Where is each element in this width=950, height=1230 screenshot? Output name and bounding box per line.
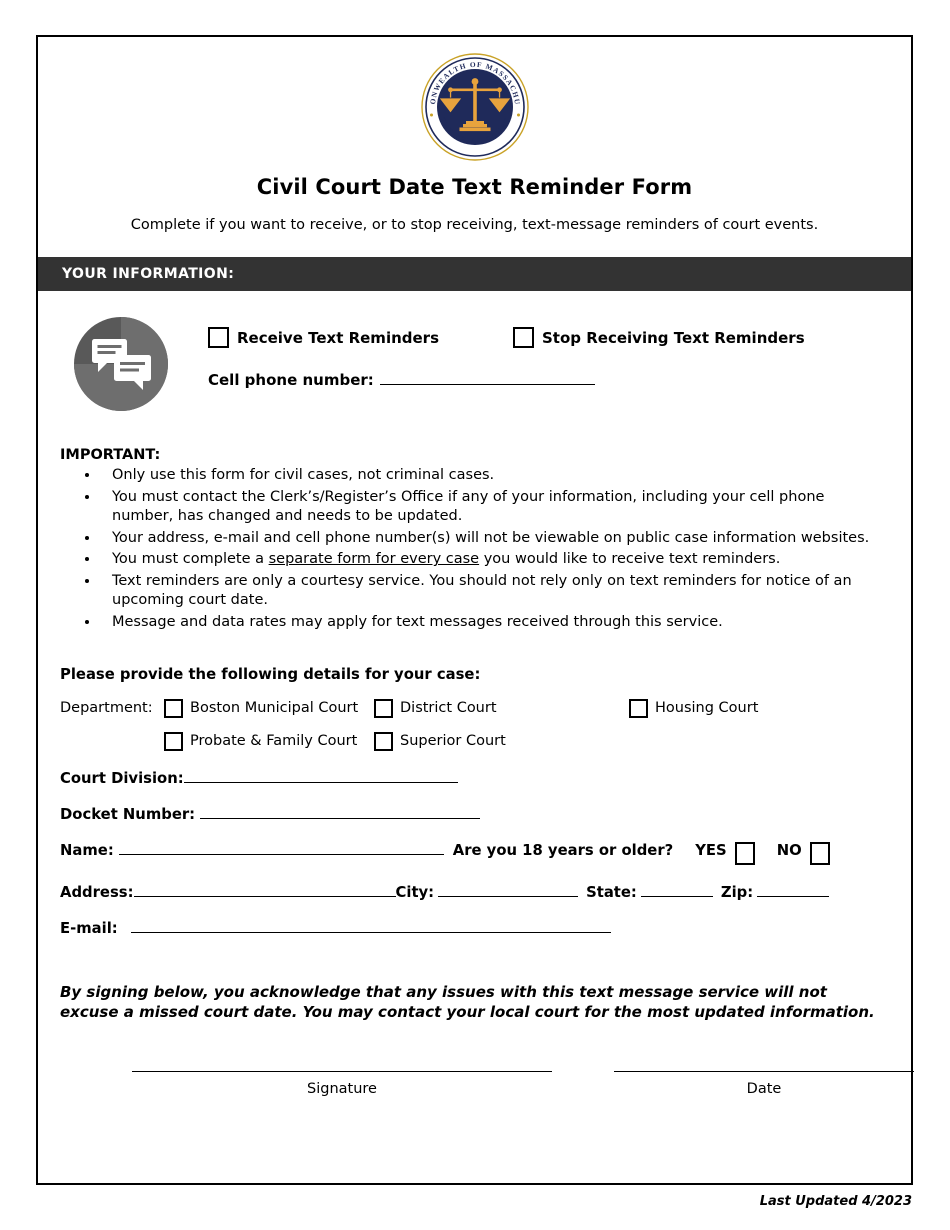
department-option-label: Housing Court <box>655 700 759 717</box>
chat-icon-column <box>60 311 208 411</box>
checkbox-superior-court[interactable] <box>374 731 393 751</box>
court-division-label: Court Division: <box>60 769 184 787</box>
docket-number-row: Docket Number: <box>60 806 889 823</box>
docket-number-input[interactable] <box>200 817 481 819</box>
option-superior-court[interactable]: Superior Court <box>374 731 629 751</box>
checkbox-housing-court[interactable] <box>629 698 648 718</box>
your-information-row: Receive Text Reminders Stop Receiving Te… <box>60 311 889 411</box>
form-body: Receive Text Reminders Stop Receiving Te… <box>38 291 914 1097</box>
city-label: City: <box>395 883 435 901</box>
page-title: Civil Court Date Text Reminder Form <box>256 175 693 199</box>
option-district-court[interactable]: District Court <box>374 698 629 718</box>
massachusetts-trial-court-seal-icon: COMMONWEALTH OF MASSACHUSETTS THE TRIAL … <box>419 51 529 161</box>
reminder-options-row: Receive Text Reminders Stop Receiving Te… <box>208 327 889 348</box>
name-and-age-row: Name: Are you 18 years or older? YES NO <box>60 841 889 865</box>
checkbox-probate-and-family-court[interactable] <box>164 731 183 751</box>
your-information-fields: Receive Text Reminders Stop Receiving Te… <box>208 311 889 389</box>
important-bullet: You must contact the Clerk’s/Register’s … <box>100 488 889 526</box>
bullet-text-tail: you would like to receive text reminders… <box>479 551 781 568</box>
department-option-label: Probate & Family Court <box>190 733 358 750</box>
important-heading: IMPORTANT: <box>60 447 161 463</box>
checkbox-age-no[interactable] <box>809 841 830 865</box>
option-receive-text-reminders[interactable]: Receive Text Reminders <box>208 327 513 348</box>
case-details-section: Please provide the following details for… <box>60 666 889 937</box>
bullet-text: Your address, e-mail and cell phone numb… <box>112 529 870 546</box>
address-label: Address: <box>60 883 134 901</box>
page-subtitle: Complete if you want to receive, or to s… <box>130 217 819 233</box>
address-row: Address: City: State: Zip: <box>60 884 889 901</box>
age-no-label: NO <box>776 841 802 859</box>
date-caption: Date <box>746 1080 782 1097</box>
department-option-label: Boston Municipal Court <box>190 700 359 717</box>
option-label-stop: Stop Receiving Text Reminders <box>542 328 805 347</box>
email-row: E-mail: <box>60 920 889 937</box>
checkbox-boston-municipal-court[interactable] <box>164 698 183 718</box>
state-input[interactable] <box>640 895 713 897</box>
signature-row: Signature Date <box>60 1070 914 1097</box>
name-input[interactable] <box>118 853 444 855</box>
date-block: Date <box>614 1070 914 1097</box>
zip-input[interactable] <box>757 895 830 897</box>
age-question-label: Are you 18 years or older? <box>452 841 674 859</box>
department-option-label: Superior Court <box>400 733 506 750</box>
department-block: Department: Boston Municipal Court Distr… <box>60 698 889 751</box>
department-option-label: District Court <box>400 700 497 717</box>
form-header: COMMONWEALTH OF MASSACHUSETTS THE TRIAL … <box>38 37 911 243</box>
address-input[interactable] <box>133 895 396 897</box>
signature-block: Signature <box>132 1070 552 1097</box>
seal-container: COMMONWEALTH OF MASSACHUSETTS THE TRIAL … <box>38 51 911 163</box>
bullet-text: Only use this form for civil cases, not … <box>112 467 495 483</box>
city-input[interactable] <box>438 895 579 897</box>
name-label: Name: <box>60 841 114 859</box>
bullet-text-underlined: separate form for every case <box>268 551 480 568</box>
important-bullet: Your address, e-mail and cell phone numb… <box>100 529 889 548</box>
date-input[interactable] <box>614 1070 914 1072</box>
bullet-text: Text reminders are only a courtesy servi… <box>112 573 852 609</box>
department-row-2: Probate & Family Court Superior Court <box>60 731 889 751</box>
important-bullet: Message and data rates may apply for tex… <box>100 613 889 632</box>
option-boston-municipal-court[interactable]: Boston Municipal Court <box>164 698 374 718</box>
docket-number-label: Docket Number: <box>60 805 196 823</box>
important-bullet-list: Only use this form for civil cases, not … <box>60 466 889 632</box>
last-updated-footer: Last Updated 4/2023 <box>759 1194 912 1209</box>
option-housing-court[interactable]: Housing Court <box>629 698 839 718</box>
option-probate-and-family-court[interactable]: Probate & Family Court <box>164 731 374 751</box>
form-page: COMMONWEALTH OF MASSACHUSETTS THE TRIAL … <box>0 0 950 1230</box>
section-header-your-information: YOUR INFORMATION: <box>38 257 911 291</box>
email-label: E-mail: <box>60 919 118 937</box>
court-division-input[interactable] <box>183 781 458 783</box>
checkbox-age-yes[interactable] <box>734 841 755 865</box>
zip-label: Zip: <box>720 883 754 901</box>
cell-phone-label: Cell phone number: <box>208 371 374 389</box>
department-label: Department: <box>60 700 153 717</box>
case-details-lead: Please provide the following details for… <box>60 665 481 683</box>
important-section: IMPORTANT: Only use this form for civil … <box>60 447 889 632</box>
bullet-text: You must complete a <box>112 551 269 568</box>
checkbox-stop-receiving-text-reminders[interactable] <box>513 327 534 348</box>
acknowledgment-text: By signing below, you acknowledge that a… <box>60 982 875 1021</box>
option-label-receive: Receive Text Reminders <box>237 328 439 347</box>
option-stop-receiving-text-reminders[interactable]: Stop Receiving Text Reminders <box>513 327 805 348</box>
bullet-text: Message and data rates may apply for tex… <box>112 613 723 630</box>
cell-phone-row: Cell phone number: <box>208 371 889 389</box>
email-input[interactable] <box>130 931 611 933</box>
important-bullet: Only use this form for civil cases, not … <box>100 466 889 485</box>
age-yes-label: YES <box>695 841 727 859</box>
signature-input[interactable] <box>132 1070 552 1072</box>
signature-caption: Signature <box>307 1080 377 1097</box>
checkbox-district-court[interactable] <box>374 698 393 718</box>
cell-phone-input[interactable] <box>379 384 595 385</box>
form-frame: COMMONWEALTH OF MASSACHUSETTS THE TRIAL … <box>36 35 914 1185</box>
state-label: State: <box>586 883 637 901</box>
department-row-1: Department: Boston Municipal Court Distr… <box>60 698 889 718</box>
bullet-text: You must contact the Clerk’s/Register’s … <box>112 488 825 524</box>
important-bullet: You must complete a separate form for ev… <box>100 550 889 569</box>
chat-bubbles-icon <box>74 317 168 411</box>
checkbox-receive-text-reminders[interactable] <box>208 327 229 348</box>
important-bullet: Text reminders are only a courtesy servi… <box>100 572 889 610</box>
court-division-row: Court Division: <box>60 770 889 787</box>
